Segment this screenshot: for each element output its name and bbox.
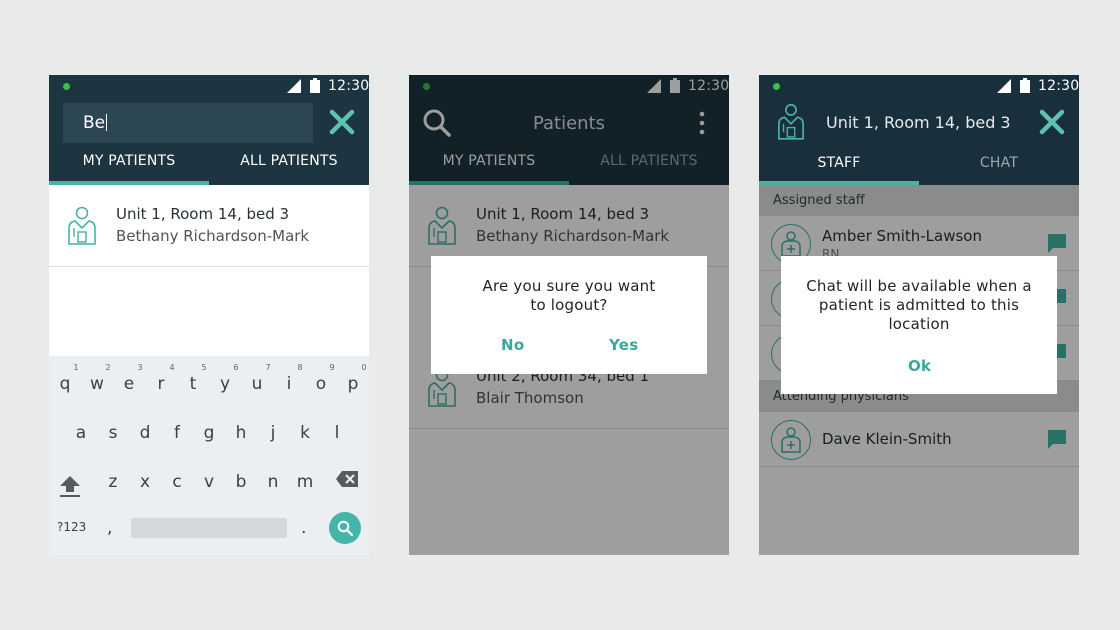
key-hint-2: 2 (105, 363, 111, 372)
key-hint-1: 1 (73, 363, 79, 372)
text-cursor (106, 114, 108, 131)
key-e[interactable]: e (114, 374, 144, 394)
keyboard-search-button[interactable] (329, 512, 361, 544)
app-bar: 12:30 Be MY PATIENTS ALL PATIENTS (49, 75, 369, 185)
shift-key-icon[interactable] (59, 474, 81, 498)
signal-icon (997, 79, 1011, 93)
notification-dot-icon (63, 83, 70, 90)
key-l[interactable]: l (322, 423, 352, 443)
key-u[interactable]: u (242, 374, 272, 394)
tab-my-patients[interactable]: MY PATIENTS (49, 145, 209, 185)
key-x[interactable]: x (130, 472, 160, 492)
dialog-message: Are you sure you want to logout? (482, 277, 656, 314)
status-bar: 12:30 (49, 75, 369, 97)
key-b[interactable]: b (226, 472, 256, 492)
soft-keyboard: 1 2 3 4 5 6 7 8 9 0 q w e r t y u i o p … (49, 356, 369, 555)
key-k[interactable]: k (290, 423, 320, 443)
ok-button[interactable]: Ok (908, 357, 931, 375)
comma-key[interactable]: , (107, 518, 112, 538)
battery-icon (310, 78, 320, 93)
tab-chat[interactable]: CHAT (919, 145, 1079, 185)
key-g[interactable]: g (194, 423, 224, 443)
key-y[interactable]: y (210, 374, 240, 394)
key-h[interactable]: h (226, 423, 256, 443)
key-m[interactable]: m (290, 472, 320, 492)
key-w[interactable]: w (82, 374, 112, 394)
status-time: 12:30 (1038, 78, 1079, 94)
key-j[interactable]: j (258, 423, 288, 443)
no-button[interactable]: No (501, 336, 524, 354)
key-r[interactable]: r (146, 374, 176, 394)
patient-list-item[interactable]: Unit 1, Room 14, bed 3 Bethany Richardso… (49, 185, 369, 267)
page-title: Unit 1, Room 14, bed 3 (826, 113, 1011, 132)
symbols-key[interactable]: ?123 (57, 520, 86, 534)
patient-tabs: MY PATIENTS ALL PATIENTS (49, 145, 369, 185)
key-p[interactable]: p (338, 374, 368, 394)
period-key[interactable]: . (301, 518, 306, 538)
key-d[interactable]: d (130, 423, 160, 443)
key-s[interactable]: s (98, 423, 128, 443)
key-t[interactable]: t (178, 374, 208, 394)
key-hint-8: 8 (297, 363, 303, 372)
patient-name: Bethany Richardson-Mark (116, 227, 310, 245)
key-z[interactable]: z (98, 472, 128, 492)
patients-logout-screen: 12:30 Patients MY PATIENTS ALL PATIENTS … (409, 75, 729, 555)
signal-icon (287, 79, 301, 93)
tab-staff[interactable]: STAFF (759, 145, 919, 185)
notification-dot-icon (773, 83, 780, 90)
close-icon[interactable] (329, 109, 355, 135)
key-q[interactable]: q (50, 374, 80, 394)
key-a[interactable]: a (66, 423, 96, 443)
status-time: 12:30 (328, 78, 369, 94)
key-f[interactable]: f (162, 423, 192, 443)
key-hint-4: 4 (169, 363, 175, 372)
key-i[interactable]: i (274, 374, 304, 394)
key-c[interactable]: c (162, 472, 192, 492)
status-bar: 12:30 (759, 75, 1079, 97)
key-v[interactable]: v (194, 472, 224, 492)
search-input-value: Be (83, 113, 106, 133)
space-key[interactable] (131, 518, 287, 538)
logout-dialog: Are you sure you want to logout? No Yes (431, 256, 707, 374)
search-input[interactable]: Be (63, 103, 313, 143)
chat-unavailable-dialog: Chat will be available when a patient is… (781, 256, 1057, 394)
search-icon (337, 520, 353, 536)
dialog-message: Chat will be available when a patient is… (806, 277, 1032, 333)
patient-location: Unit 1, Room 14, bed 3 (116, 205, 290, 223)
key-hint-0: 0 (361, 363, 367, 372)
tab-all-patients[interactable]: ALL PATIENTS (209, 145, 369, 185)
key-hint-3: 3 (137, 363, 143, 372)
key-hint-9: 9 (329, 363, 335, 372)
backspace-icon[interactable] (335, 470, 359, 488)
patient-icon (68, 206, 96, 245)
yes-button[interactable]: Yes (609, 336, 639, 354)
search-patients-screen: 12:30 Be MY PATIENTS ALL PATIENTS Unit 1… (49, 75, 369, 555)
battery-icon (1020, 78, 1030, 93)
key-hint-5: 5 (201, 363, 207, 372)
key-hint-6: 6 (233, 363, 239, 372)
key-o[interactable]: o (306, 374, 336, 394)
location-tabs: STAFF CHAT (759, 145, 1079, 185)
close-icon[interactable] (1039, 109, 1065, 135)
key-hint-7: 7 (265, 363, 271, 372)
app-bar: 12:30 Unit 1, Room 14, bed 3 STAFF CHAT (759, 75, 1079, 185)
patient-icon (778, 103, 804, 140)
location-staff-screen: 12:30 Unit 1, Room 14, bed 3 STAFF CHAT … (759, 75, 1079, 555)
key-n[interactable]: n (258, 472, 288, 492)
